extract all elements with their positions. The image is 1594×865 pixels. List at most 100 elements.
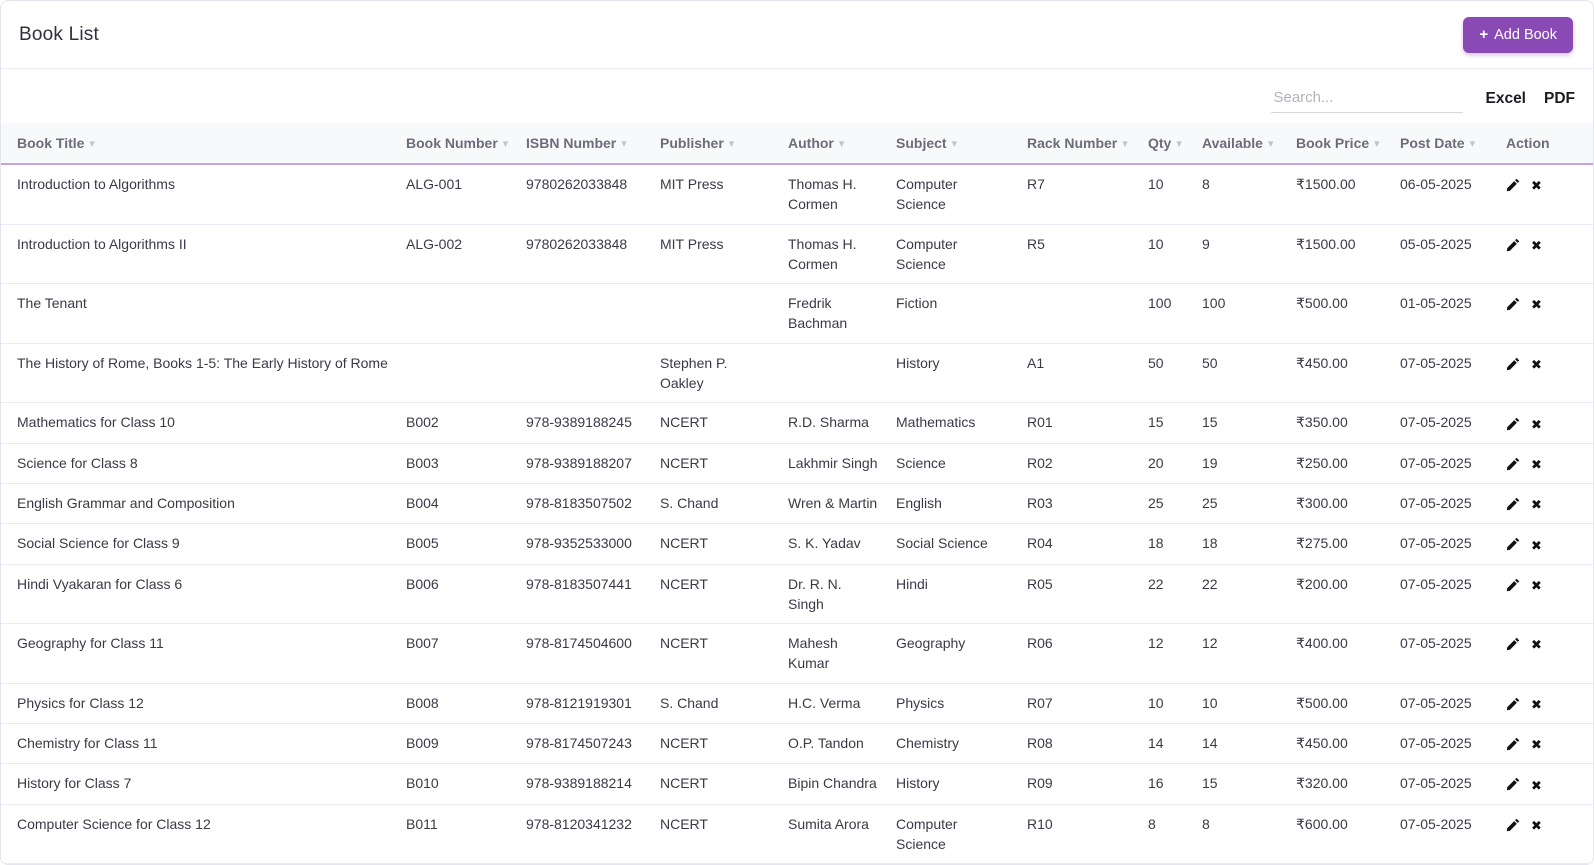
pencil-icon — [1506, 578, 1520, 591]
delete-button[interactable]: ✖ — [1531, 179, 1542, 193]
cell-post-date: 07-05-2025 — [1392, 623, 1498, 684]
cell-action: ✖ — [1498, 283, 1593, 344]
cell-isbn-number: 9780262033848 — [518, 164, 652, 225]
edit-button[interactable] — [1506, 178, 1520, 194]
cell-qty: 14 — [1140, 723, 1194, 765]
cell-post-date: 07-05-2025 — [1392, 523, 1498, 565]
column-header-title[interactable]: Book Title ▾ — [1, 123, 398, 165]
cell-qty: 100 — [1140, 283, 1194, 344]
sort-chevron-icon: ▾ — [1469, 138, 1476, 150]
cell-available: 8 — [1194, 804, 1288, 865]
column-header-price[interactable]: Book Price ▾ — [1288, 123, 1392, 165]
cell-post-date: 07-05-2025 — [1392, 763, 1498, 805]
edit-button[interactable] — [1506, 578, 1520, 594]
cell-book-price: ₹350.00 — [1288, 402, 1392, 444]
column-header-post_date[interactable]: Post Date ▾ — [1392, 123, 1498, 165]
cell-book-price: ₹300.00 — [1288, 483, 1392, 525]
export-pdf-button[interactable]: PDF — [1544, 90, 1575, 108]
edit-button[interactable] — [1506, 417, 1520, 433]
edit-button[interactable] — [1506, 357, 1520, 373]
pencil-icon — [1506, 778, 1520, 791]
cell-post-date: 07-05-2025 — [1392, 804, 1498, 865]
column-header-book_number[interactable]: Book Number ▾ — [398, 123, 518, 165]
delete-button[interactable]: ✖ — [1531, 779, 1542, 793]
cell-book-title: Introduction to Algorithms II — [1, 224, 398, 285]
edit-button[interactable] — [1506, 777, 1520, 793]
plus-icon: + — [1479, 26, 1489, 43]
edit-button[interactable] — [1506, 238, 1520, 254]
delete-button[interactable]: ✖ — [1531, 698, 1542, 712]
export-excel-button[interactable]: Excel — [1485, 90, 1526, 108]
delete-button[interactable]: ✖ — [1531, 298, 1542, 312]
cell-book-number: B006 — [398, 564, 518, 625]
x-icon: ✖ — [1531, 238, 1542, 254]
cell-author: Dr. R. N. Singh — [780, 564, 888, 625]
edit-button[interactable] — [1506, 537, 1520, 553]
delete-button[interactable]: ✖ — [1531, 498, 1542, 512]
cell-isbn-number: 978-9389188207 — [518, 443, 652, 484]
cell-publisher: Stephen P. Oakley — [652, 343, 780, 404]
column-header-available[interactable]: Available ▾ — [1194, 123, 1288, 165]
cell-author: Sumita Arora — [780, 804, 888, 865]
cell-available: 12 — [1194, 623, 1288, 684]
cell-qty: 15 — [1140, 402, 1194, 444]
table-row: Computer Science for Class 12 B011 978-8… — [1, 804, 1593, 865]
column-header-subject[interactable]: Subject ▾ — [888, 123, 1019, 165]
cell-book-title: Science for Class 8 — [1, 443, 398, 484]
cell-book-title: Chemistry for Class 11 — [1, 723, 398, 765]
delete-button[interactable]: ✖ — [1531, 638, 1542, 652]
cell-author: Fredrik Bachman — [780, 283, 888, 344]
cell-book-title: Geography for Class 11 — [1, 623, 398, 684]
x-icon: ✖ — [1531, 738, 1542, 754]
edit-button[interactable] — [1506, 737, 1520, 753]
cell-qty: 8 — [1140, 804, 1194, 865]
x-icon: ✖ — [1531, 818, 1542, 834]
delete-button[interactable]: ✖ — [1531, 358, 1542, 372]
edit-button[interactable] — [1506, 637, 1520, 653]
cell-author: S. K. Yadav — [780, 523, 888, 565]
x-icon: ✖ — [1531, 778, 1542, 794]
book-list-card: Book List + Add Book Excel PDF Book Titl… — [0, 0, 1594, 865]
delete-button[interactable]: ✖ — [1531, 458, 1542, 472]
cell-subject: Computer Science — [888, 804, 1019, 865]
delete-button[interactable]: ✖ — [1531, 579, 1542, 593]
pencil-icon — [1506, 417, 1520, 430]
delete-button[interactable]: ✖ — [1531, 819, 1542, 833]
column-header-label: Book Number — [406, 135, 498, 151]
sort-chevron-icon: ▾ — [1122, 138, 1128, 150]
edit-button[interactable] — [1506, 297, 1520, 313]
edit-button[interactable] — [1506, 697, 1520, 713]
cell-available: 19 — [1194, 443, 1288, 484]
book-table: Book Title ▾ Book Number ▾ ISBN Number ▾ Pu… — [1, 123, 1593, 865]
cell-subject: Mathematics — [888, 402, 1019, 444]
column-header-publisher[interactable]: Publisher ▾ — [652, 123, 780, 165]
delete-button[interactable]: ✖ — [1531, 738, 1542, 752]
cell-book-title: The History of Rome, Books 1-5: The Earl… — [1, 343, 398, 404]
edit-button[interactable] — [1506, 457, 1520, 473]
cell-book-number — [398, 283, 518, 344]
column-header-rack[interactable]: Rack Number ▾ — [1019, 123, 1140, 165]
cell-book-title: Social Science for Class 9 — [1, 523, 398, 565]
add-book-button[interactable]: + Add Book — [1463, 16, 1573, 53]
pencil-icon — [1506, 457, 1520, 471]
search-input[interactable] — [1271, 85, 1464, 113]
edit-button[interactable] — [1506, 818, 1520, 834]
delete-button[interactable]: ✖ — [1531, 239, 1542, 253]
pencil-icon — [1506, 538, 1520, 551]
cell-post-date: 06-05-2025 — [1392, 164, 1498, 225]
cell-rack-number: R03 — [1019, 483, 1140, 525]
delete-button[interactable]: ✖ — [1531, 418, 1542, 432]
column-header-author[interactable]: Author ▾ — [780, 123, 888, 165]
edit-button[interactable] — [1506, 497, 1520, 513]
cell-action: ✖ — [1498, 443, 1593, 484]
column-header-qty[interactable]: Qty ▾ — [1140, 123, 1194, 165]
cell-qty: 12 — [1140, 623, 1194, 684]
cell-book-title: Mathematics for Class 10 — [1, 402, 398, 444]
add-book-label: Add Book — [1494, 26, 1557, 43]
table-row: The Tenant Fredrik Bachman Fiction 100 1… — [1, 283, 1593, 344]
cell-rack-number: R09 — [1019, 763, 1140, 805]
delete-button[interactable]: ✖ — [1531, 539, 1542, 553]
sort-chevron-icon: ▾ — [89, 138, 95, 150]
cell-book-number: ALG-001 — [398, 164, 518, 225]
column-header-isbn[interactable]: ISBN Number ▾ — [518, 123, 652, 165]
